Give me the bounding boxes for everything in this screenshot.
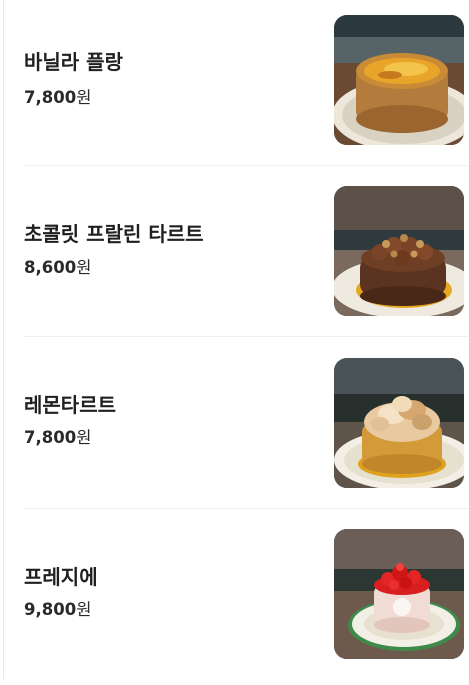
menu-item-price: 7,800원 [24,427,91,449]
menu-item-name: 레몬타르트 [24,393,116,417]
chocolate-praline-tart-image [334,186,464,316]
item-divider [24,165,469,166]
menu-item-name: 프레지에 [24,565,98,589]
menu-item-price: 7,800원 [24,87,91,109]
menu-item-name: 초콜릿 프랄린 타르트 [24,222,204,246]
fraisier-image [334,529,464,659]
menu-item-chocolate-praline-tart[interactable]: 초콜릿 프랄린 타르트 8,600원 [0,171,469,342]
menu-item-price: 9,800원 [24,599,91,621]
item-divider [24,336,469,337]
price-currency: 원 [76,428,92,447]
menu-list: 바닐라 플랑 7,800원 초콜릿 프랄린 타르트 8,600원 레몬타르트 7… [0,0,469,679]
price-amount: 7,800 [24,88,77,107]
price-amount: 8,600 [24,258,77,277]
price-currency: 원 [76,600,92,619]
menu-item-name: 바닐라 플랑 [24,50,123,74]
menu-item-photo[interactable] [334,186,464,316]
vanilla-flan-image [334,15,464,145]
menu-item-vanilla-flan[interactable]: 바닐라 플랑 7,800원 [0,0,469,171]
menu-item-photo[interactable] [334,15,464,145]
price-currency: 원 [76,258,92,277]
menu-item-photo[interactable] [334,358,464,488]
price-amount: 7,800 [24,428,77,447]
menu-item-lemon-tart[interactable]: 레몬타르트 7,800원 [0,342,469,513]
price-amount: 9,800 [24,600,77,619]
menu-item-fraisier[interactable]: 프레지에 9,800원 [0,514,469,685]
item-divider [24,508,469,509]
menu-item-price: 8,600원 [24,257,91,279]
price-currency: 원 [76,88,92,107]
menu-item-photo[interactable] [334,529,464,659]
lemon-tart-image [334,358,464,488]
